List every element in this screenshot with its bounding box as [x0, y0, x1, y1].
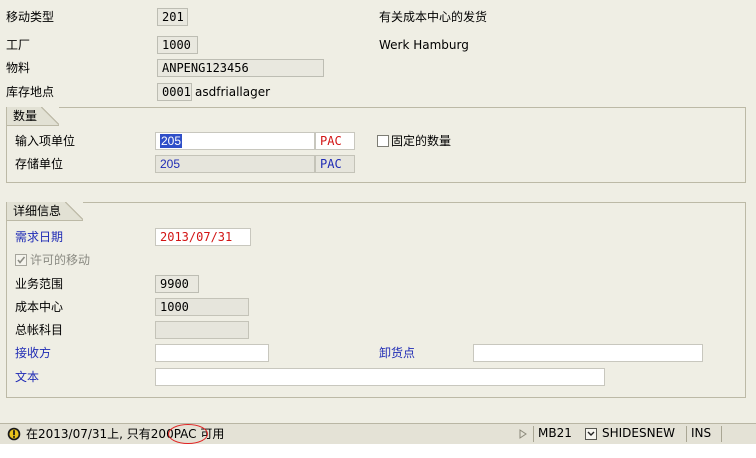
storage-location-field: 0001: [157, 83, 192, 101]
transaction-code: MB21: [533, 426, 588, 442]
storage-location-label: 库存地点: [6, 85, 55, 99]
document-panel: 移动类型 201 有关成本中心的发货 工厂 1000 Werk Hamburg …: [0, 0, 756, 441]
movement-type-desc: 有关成本中心的发货: [379, 10, 488, 24]
stock-unit-qty-field: 205: [155, 155, 315, 173]
material-field: ANPENG123456: [157, 59, 324, 77]
status-spacer: [721, 426, 756, 442]
sap-window: 移动类型 201 有关成本中心的发货 工厂 1000 Werk Hamburg …: [0, 0, 756, 458]
details-group-title: 详细信息: [7, 202, 84, 221]
details-group: 详细信息 需求日期 2013/07/31 许可的移动 业务范围 9900 成本中…: [6, 202, 746, 398]
quantity-group-title: 数量: [7, 107, 60, 126]
server-name: SHIDESNEW: [602, 426, 676, 440]
text-input[interactable]: [155, 368, 605, 386]
gl-account-label: 总帐科目: [15, 323, 64, 337]
entry-unit-qty-selected-text: 205: [160, 134, 183, 148]
movement-type-field: 201: [157, 8, 188, 26]
highlight-circle: [168, 424, 208, 444]
input-mode[interactable]: INS: [686, 426, 720, 442]
expand-arrow-icon[interactable]: [519, 429, 527, 439]
recipient-label: 接收方: [15, 346, 52, 360]
requirement-date-label: 需求日期: [15, 230, 64, 244]
recipient-input[interactable]: [155, 344, 269, 362]
movement-allowed-checkbox[interactable]: [15, 254, 27, 266]
entry-unit-label: 输入项单位: [15, 134, 76, 148]
movement-type-label: 移动类型: [6, 10, 55, 24]
entry-unit-uom-field[interactable]: PAC: [315, 132, 355, 150]
stock-unit-uom-field: PAC: [315, 155, 355, 173]
status-message-prefix: 在2013/07/31上, 只有: [26, 427, 151, 441]
unloading-point-input[interactable]: [473, 344, 703, 362]
stock-unit-label: 存储单位: [15, 157, 64, 171]
material-label: 物料: [6, 61, 31, 75]
business-area-field: 9900: [155, 275, 199, 293]
entry-unit-qty-input[interactable]: 205: [155, 132, 315, 150]
plant-field: 1000: [157, 36, 198, 54]
cost-center-label: 成本中心: [15, 300, 64, 314]
requirement-date-input[interactable]: 2013/07/31: [155, 228, 251, 246]
header-row-storage-location: 库存地点 0001 asdfriallager: [4, 82, 324, 102]
header-row-movement-type: 移动类型 201: [4, 7, 324, 27]
cost-center-field: 1000: [155, 298, 249, 316]
fixed-quantity-label: 固定的数量: [391, 134, 452, 148]
checkmark-icon: [17, 256, 26, 264]
plant-desc: Werk Hamburg: [379, 38, 469, 52]
unloading-point-label: 卸货点: [379, 346, 416, 360]
business-area-label: 业务范围: [15, 277, 64, 291]
header-row-plant: 工厂 1000: [4, 35, 324, 55]
warning-icon: [7, 427, 21, 441]
plant-label: 工厂: [6, 38, 31, 52]
quantity-group: 数量 输入项单位 205 PAC 固定的数量 存储单位 205 PAC: [6, 107, 746, 183]
status-bar: 在2013/07/31上, 只有200PAC 可用 MB21 SHIDESNEW…: [0, 423, 756, 444]
header-row-material: 物料 ANPENG123456: [4, 58, 334, 78]
movement-allowed-label: 许可的移动: [30, 253, 91, 267]
fixed-quantity-checkbox[interactable]: [377, 135, 389, 147]
text-label: 文本: [15, 370, 40, 384]
gl-account-field: [155, 321, 249, 339]
storage-location-desc: asdfriallager: [195, 85, 271, 99]
system-info-icon[interactable]: [585, 428, 597, 440]
